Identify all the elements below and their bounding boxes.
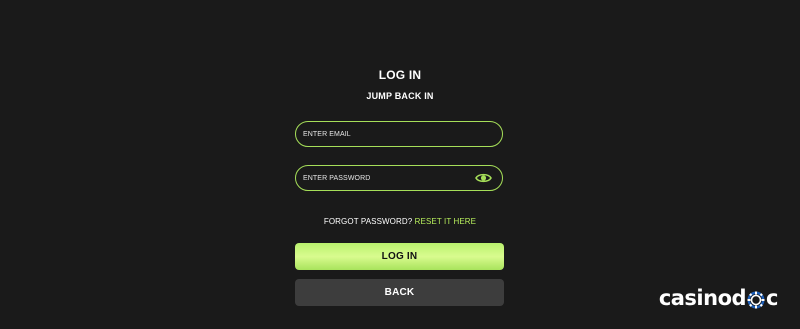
login-page: LOG IN JUMP BACK IN FORGOT PASSWORD? RES… bbox=[0, 0, 800, 329]
poker-chip-icon bbox=[747, 290, 765, 309]
eye-icon[interactable] bbox=[474, 171, 492, 185]
password-input[interactable] bbox=[303, 174, 474, 182]
page-title: LOG IN bbox=[378, 68, 422, 82]
forgot-password-text: FORGOT PASSWORD? bbox=[323, 217, 413, 226]
logo-text-end: c bbox=[766, 286, 778, 310]
login-button[interactable]: LOG IN bbox=[295, 243, 504, 270]
password-field[interactable] bbox=[295, 165, 503, 191]
logo-text-start: casinod bbox=[658, 286, 747, 310]
casinodoc-logo: casinod c bbox=[658, 285, 779, 311]
reset-password-link[interactable]: RESET IT HERE bbox=[415, 217, 476, 226]
email-input[interactable] bbox=[303, 130, 492, 138]
forgot-password-row: FORGOT PASSWORD? RESET IT HERE bbox=[0, 217, 800, 226]
back-button[interactable]: BACK bbox=[295, 279, 504, 306]
page-subtitle: JUMP BACK IN bbox=[366, 91, 434, 101]
email-field[interactable] bbox=[295, 121, 503, 147]
